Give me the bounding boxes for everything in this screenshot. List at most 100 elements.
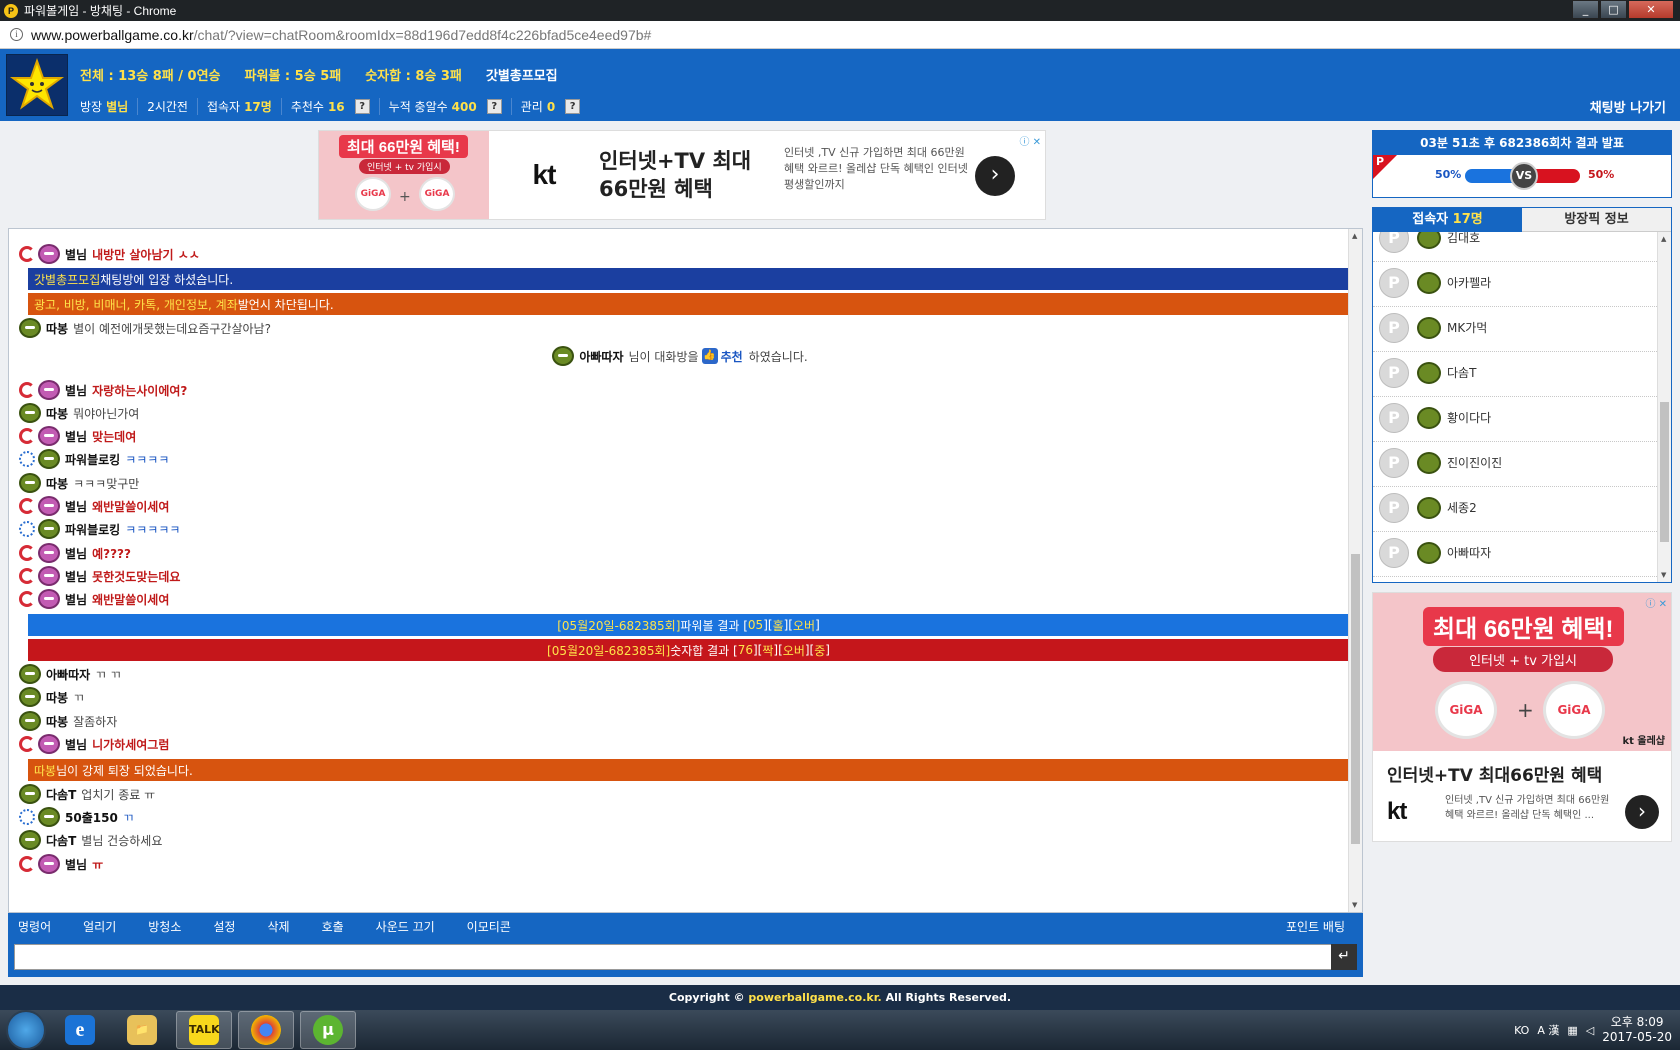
ad-choices-icon[interactable]: ⓘ ✕	[1019, 133, 1041, 148]
taskbar-utorrent[interactable]: μ	[300, 1011, 356, 1049]
message-nick[interactable]: 별님	[65, 498, 87, 515]
site-info-icon[interactable]: i	[10, 28, 23, 41]
level-face-icon	[38, 566, 60, 586]
message-nick[interactable]: 별님	[65, 246, 87, 263]
message-nick[interactable]: 50출150	[65, 809, 118, 826]
chat-scrollbar[interactable]: ▲ ▼	[1348, 229, 1362, 912]
p-icon: P	[1379, 537, 1409, 568]
message-text: 내방만 살아남기 ㅅㅅ	[92, 247, 200, 262]
message-nick[interactable]: 따봉	[46, 475, 68, 492]
message-nick[interactable]: 별님	[65, 736, 87, 753]
footer-site[interactable]: powerballgame.co.kr.	[748, 991, 881, 1004]
room-avatar	[6, 54, 68, 116]
vs-icon: VS	[1510, 162, 1538, 190]
side-ad-arrow-button[interactable]: ›	[1625, 795, 1659, 829]
chat-input[interactable]	[14, 944, 1332, 970]
address-bar[interactable]: i www.powerballgame.co.kr/chat/?view=cha…	[0, 21, 1680, 49]
join-rest: 채팅방에 입장 하셨습니다.	[100, 272, 234, 287]
ad-choices-icon[interactable]: ⓘ ✕	[1645, 595, 1667, 610]
top-banner-ad[interactable]: 최대 66만원 혜택! 인터넷 + tv 가입시 GiGA + GiGA kt …	[318, 130, 1046, 220]
tab-users[interactable]: 접속자 17명	[1373, 208, 1522, 232]
ime-indicator[interactable]: A 漢	[1537, 1022, 1559, 1038]
command-button[interactable]: 명령어	[8, 918, 61, 935]
rank-icon	[19, 451, 35, 467]
scroll-down-icon[interactable]: ▼	[1352, 901, 1357, 909]
num-round: [05월20일-682385회]	[547, 643, 671, 658]
manage-help-button[interactable]: ?	[565, 99, 581, 114]
kick-who: 따봉	[34, 763, 57, 778]
points-help-button[interactable]: ?	[486, 99, 502, 114]
user-row[interactable]: P MK가먹	[1373, 304, 1657, 352]
message-nick[interactable]: 다솜T	[46, 786, 76, 803]
ad-headline-line2: 66만원 혜택	[599, 177, 713, 201]
emoticon-button[interactable]: 이모티콘	[457, 918, 521, 935]
tab-owner-pick[interactable]: 방장픽 정보	[1522, 208, 1671, 232]
message-nick[interactable]: 다솜T	[46, 832, 76, 849]
message-nick[interactable]: 따봉	[46, 320, 68, 337]
site-footer: Copyright © powerballgame.co.kr. All Rig…	[0, 985, 1680, 1010]
clock[interactable]: 오후 8:09 2017-05-20	[1602, 1015, 1672, 1045]
url-path: /chat/?view=chatRoom&roomIdx=88d196d7edd…	[193, 26, 652, 43]
call-button[interactable]: 호출	[312, 918, 354, 935]
recommend-link[interactable]: 추천	[721, 348, 743, 365]
clear-room-button[interactable]: 방청소	[138, 918, 191, 935]
user-row[interactable]: P 진이진이진	[1373, 439, 1657, 487]
message-nick[interactable]: 별님	[65, 591, 87, 608]
chat-message: 아빠따자 ㄲ ㄲ	[19, 663, 121, 685]
message-nick[interactable]: 별님	[65, 382, 87, 399]
scroll-up-icon[interactable]: ▲	[1352, 232, 1357, 240]
taskbar-explorer[interactable]: 📁	[114, 1011, 170, 1049]
user-row[interactable]: P 아카펠라	[1373, 259, 1657, 307]
volume-icon[interactable]: ◁	[1586, 1024, 1594, 1037]
scroll-down-icon[interactable]: ▼	[1661, 571, 1666, 579]
users-scrollbar[interactable]: ▲ ▼	[1657, 232, 1671, 582]
message-nick[interactable]: 파워블로킹	[65, 521, 120, 538]
message-nick[interactable]: 파워블로킹	[65, 451, 120, 468]
ad-arrow-button[interactable]: ›	[975, 156, 1015, 196]
taskbar-chrome[interactable]: ⬤	[238, 1011, 294, 1049]
user-row[interactable]: P 아빠따자	[1373, 529, 1657, 577]
recommend-who[interactable]: 아빠따자	[579, 348, 623, 365]
message-nick[interactable]: 별님	[65, 428, 87, 445]
message-nick[interactable]: 아빠따자	[46, 666, 90, 683]
message-nick[interactable]: 별님	[65, 568, 87, 585]
windows-start-icon[interactable]	[6, 1010, 46, 1050]
language-indicator[interactable]: KO	[1514, 1024, 1529, 1037]
exit-room-button[interactable]: 채팅방 나가기	[1590, 97, 1666, 116]
rank-icon	[1417, 271, 1441, 294]
side-banner-ad[interactable]: 최대 66만원 혜택! 인터넷 + tv 가입시 GiGA + GiGA kt …	[1372, 592, 1672, 842]
send-button[interactable]: ↵	[1331, 944, 1357, 970]
scroll-up-icon[interactable]: ▲	[1661, 235, 1666, 243]
user-row[interactable]: P 세종2	[1373, 484, 1657, 532]
point-bet-button[interactable]: 포인트 배팅	[1286, 918, 1345, 935]
users-scroll-thumb[interactable]	[1660, 402, 1669, 542]
side-ad-sub: 인터넷 + tv 가입시	[1433, 647, 1613, 672]
message-nick[interactable]: 별님	[65, 545, 87, 562]
settings-button[interactable]: 설정	[203, 918, 245, 935]
user-name: 아빠따자	[1447, 546, 1492, 560]
network-icon[interactable]: ▦	[1567, 1024, 1577, 1037]
delete-button[interactable]: 삭제	[257, 918, 299, 935]
chat-scroll-thumb[interactable]	[1351, 554, 1360, 844]
sound-off-button[interactable]: 사운드 끄기	[366, 918, 445, 935]
user-row[interactable]: P 다솜T	[1373, 349, 1657, 397]
minimize-button[interactable]: _	[1572, 0, 1599, 19]
freeze-button[interactable]: 얼리기	[73, 918, 126, 935]
recommend-mid: 님이 대화방을	[628, 349, 699, 364]
room-stats: 전체 : 13승 8패 / 0연승 파워볼 : 5승 5패 숫자합 : 8승 3…	[80, 65, 558, 84]
close-button[interactable]: ✕	[1628, 0, 1674, 19]
message-nick[interactable]: 따봉	[46, 405, 68, 422]
recommend-help-button[interactable]: ?	[354, 99, 370, 114]
user-row[interactable]: P 황이다다	[1373, 394, 1657, 442]
pb-t2: 오버	[792, 618, 816, 633]
system-tray: KO A 漢 ▦ ◁ 오후 8:09 2017-05-20	[1514, 1010, 1672, 1050]
chat-message: 따봉 잘좀하자	[19, 710, 117, 732]
maximize-button[interactable]: □	[1600, 0, 1627, 19]
message-nick[interactable]: 따봉	[46, 689, 68, 706]
taskbar-kakaotalk[interactable]: TALK	[176, 1011, 232, 1049]
user-row[interactable]: P 김대호	[1373, 232, 1657, 262]
message-nick[interactable]: 별님	[65, 856, 87, 873]
level-face-icon	[552, 346, 575, 366]
taskbar-ie[interactable]: e	[52, 1011, 108, 1049]
message-nick[interactable]: 따봉	[46, 713, 68, 730]
